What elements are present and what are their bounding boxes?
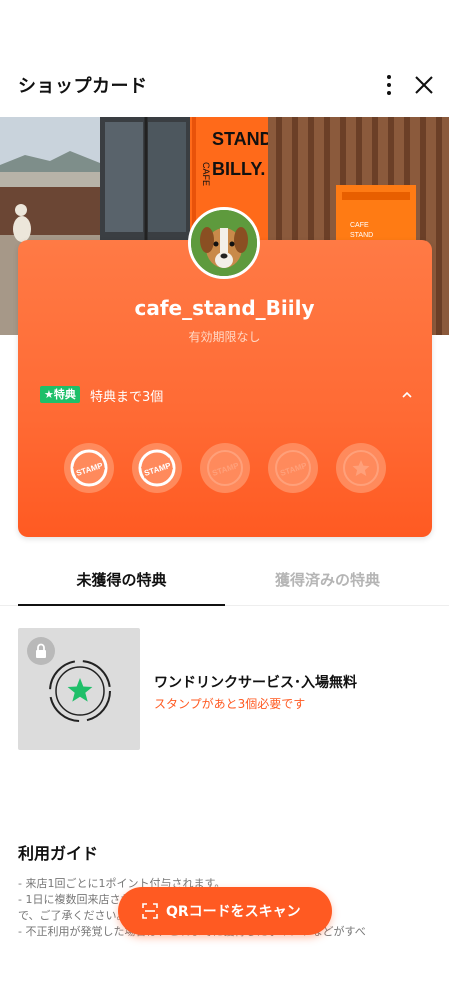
chevron-up-icon[interactable] [400, 387, 414, 401]
svg-text:CAFE: CAFE [201, 162, 211, 186]
scan-icon [142, 903, 158, 919]
svg-text:STAND: STAND [350, 232, 373, 239]
shop-avatar [188, 207, 260, 279]
tab-claimed[interactable]: 獲得済みの特典 [224, 560, 431, 606]
qr-scan-label: QRコードをスキャン [166, 904, 301, 920]
stamp-row: STAMP STAMP STAMP STAMP [64, 443, 386, 493]
benefit-requirement: スタンプがあと3個必要です [154, 697, 306, 711]
stamp-slot-empty: STAMP [268, 443, 318, 493]
close-icon[interactable] [410, 71, 438, 99]
benefit-thumbnail [18, 628, 140, 750]
svg-text:STAND: STAND [212, 129, 273, 149]
benefit-title: ワンドリンクサービス･入場無料 [154, 675, 357, 691]
benefit-item[interactable]: ワンドリンクサービス･入場無料 スタンプがあと3個必要です [18, 628, 432, 752]
page-title: ショップカード [18, 76, 148, 97]
reward-summary[interactable]: ★特典 特典まで3個 [40, 384, 420, 406]
stamp-slot-collected: STAMP [64, 443, 114, 493]
reward-badge: ★特典 [40, 386, 80, 403]
qr-scan-button[interactable]: QRコードをスキャン [118, 887, 332, 935]
header: ショップカード [0, 62, 449, 108]
reward-progress-text: 特典まで3個 [90, 390, 164, 405]
benefit-tabs: 未獲得の特典 獲得済みの特典 [0, 560, 449, 606]
stamp-slot-reward [336, 443, 386, 493]
validity-text: 有効期限なし [188, 330, 261, 344]
stamp-slot-empty: STAMP [200, 443, 250, 493]
svg-text:CAFE: CAFE [350, 222, 369, 229]
more-vertical-icon[interactable] [377, 70, 401, 100]
stamp-slot-collected: STAMP [132, 443, 182, 493]
guide-title: 利用ガイド [18, 844, 99, 863]
reward-stamp-icon [49, 660, 111, 722]
tab-unclaimed[interactable]: 未獲得の特典 [18, 560, 225, 606]
shop-name: cafe_stand_Biily [134, 296, 315, 320]
svg-text:BILLY.: BILLY. [212, 159, 265, 179]
